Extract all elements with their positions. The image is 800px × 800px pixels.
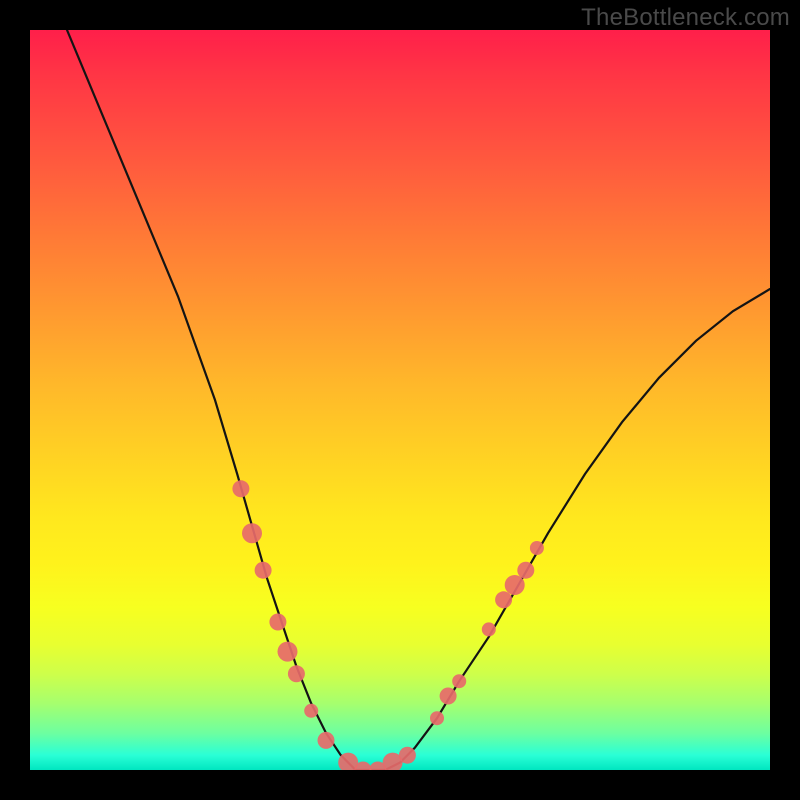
curve-point: [495, 591, 512, 608]
curve-point: [269, 614, 286, 631]
chart-plot-area: [30, 30, 770, 770]
curve-point: [399, 747, 416, 764]
curve-point: [242, 523, 262, 543]
curve-point: [318, 732, 335, 749]
curve-point: [440, 688, 457, 705]
curve-point: [232, 480, 249, 497]
bottleneck-curve: [67, 30, 770, 770]
watermark-label: TheBottleneck.com: [581, 4, 790, 32]
curve-point: [517, 562, 534, 579]
curve-points-group: [232, 480, 544, 770]
bottleneck-curve-svg: [30, 30, 770, 770]
curve-point: [278, 642, 298, 662]
curve-point: [304, 704, 318, 718]
curve-point: [430, 711, 444, 725]
chart-frame: TheBottleneck.com: [0, 0, 800, 800]
curve-point: [505, 575, 525, 595]
curve-point: [452, 674, 466, 688]
curve-point: [530, 541, 544, 555]
curve-point: [255, 562, 272, 579]
curve-point: [288, 665, 305, 682]
curve-point: [482, 622, 496, 636]
